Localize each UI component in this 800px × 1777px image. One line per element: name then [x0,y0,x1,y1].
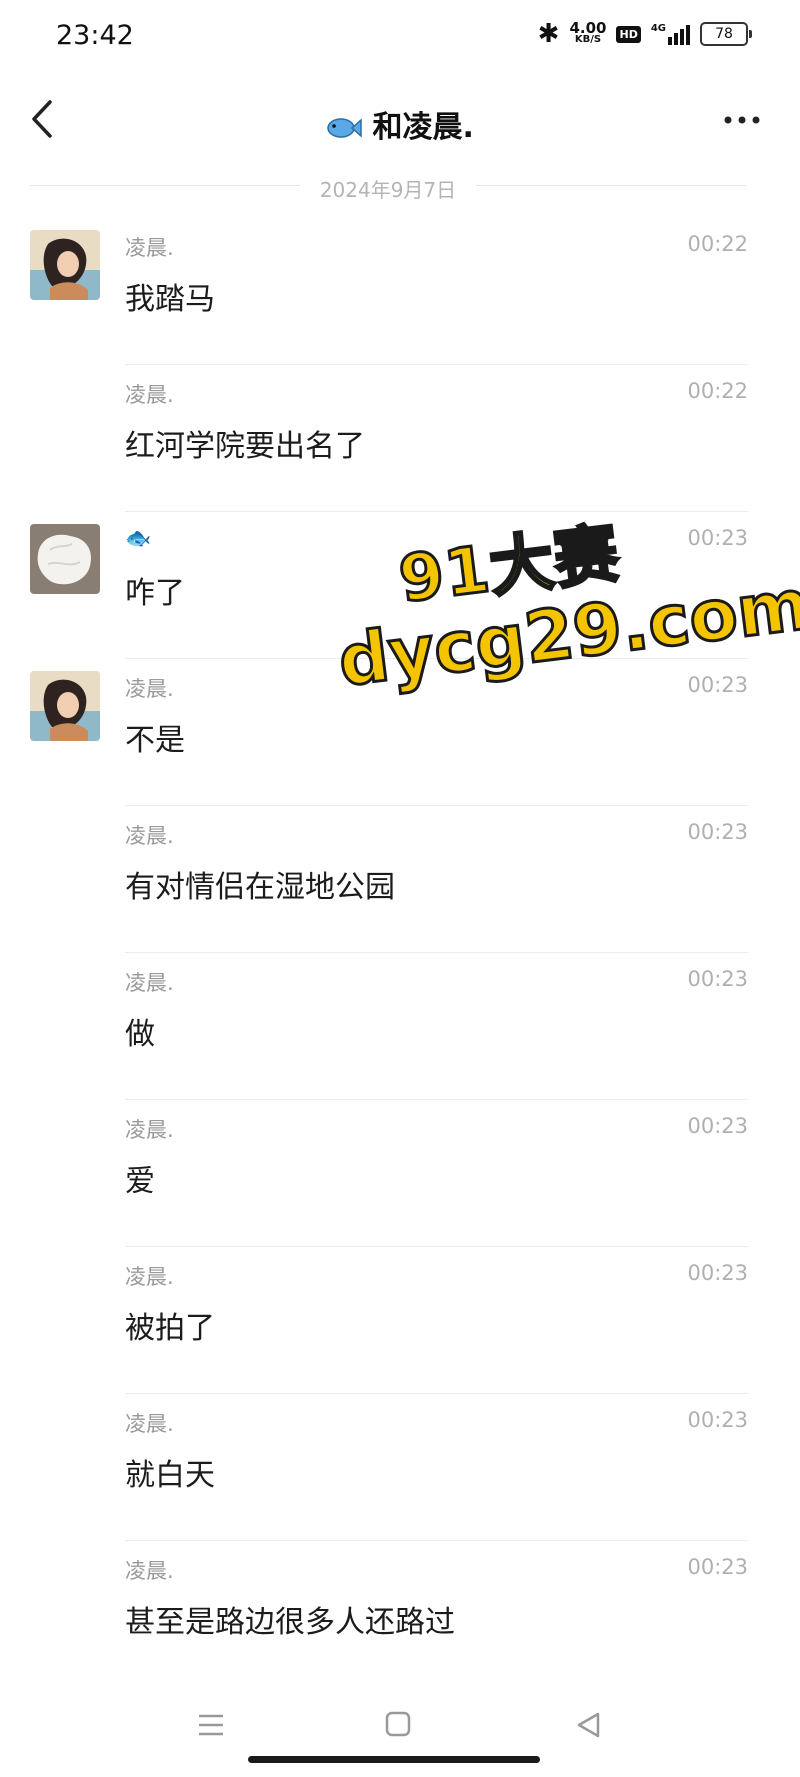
message-sender: 凌晨. [125,824,174,848]
message-sender: 凌晨. [125,1559,174,1583]
message-text: 红河学院要出名了 [125,429,365,464]
message-list[interactable]: 凌晨. 00:22 我踏马 凌晨. 00:22 红河学院要出名了 🐟 00:23… [0,218,800,1688]
status-bar: 23:42 ✱ 4.00 KB/S HD 4G 78 [0,0,800,72]
avatar[interactable] [30,671,100,741]
battery-level: 78 [715,26,733,42]
square-icon [385,1711,411,1737]
recent-apps-button[interactable] [196,1712,226,1738]
triangle-back-icon [577,1712,600,1738]
message-sender: 凌晨. [125,1412,174,1436]
bluetooth-icon: ✱ [537,19,560,49]
message-time: 00:23 [687,1555,748,1579]
network-speed-unit: KB/S [574,34,602,45]
message-sender: 凌晨. [125,971,174,995]
message-sender: 凌晨. [125,1265,174,1289]
message-text: 甚至是路边很多人还路过 [125,1605,455,1640]
divider [476,185,746,186]
message-sender: 🐟 [125,526,152,550]
avatar[interactable] [30,230,100,300]
message-sender: 凌晨. [125,383,174,407]
message-text: 做 [125,1017,155,1052]
status-time: 23:42 [56,20,134,51]
message-text: 我踏马 [125,282,215,317]
chat-header: 和凌晨. [0,72,800,168]
network-type: 4G [650,23,666,34]
message-time: 00:23 [687,1261,748,1285]
chat-title: 和凌晨. [0,102,800,146]
message-text: 被拍了 [125,1311,215,1346]
more-dots-icon [724,116,760,124]
message-text: 不是 [125,723,185,758]
avatar[interactable] [30,524,100,594]
message-sender: 凌晨. [125,677,174,701]
message-text: 爱 [125,1164,155,1199]
more-options-button[interactable] [720,110,764,130]
signal-icon: 4G [651,23,690,45]
message-time: 00:23 [687,967,748,991]
message-item[interactable]: 凌晨. 00:23 就白天 [0,1394,800,1541]
message-item[interactable]: 凌晨. 00:23 做 [0,953,800,1100]
message-item[interactable]: 凌晨. 00:22 我踏马 [0,218,800,365]
message-text: 就白天 [125,1458,215,1493]
battery-icon: 78 [700,22,752,46]
message-sender: 凌晨. [125,1118,174,1142]
message-time: 00:22 [687,232,748,256]
date-label: 2024年9月7日 [319,178,457,202]
system-nav-bar [0,1690,800,1777]
home-button[interactable] [384,1710,412,1738]
message-item[interactable]: 凌晨. 00:23 有对情侣在湿地公园 [0,806,800,953]
message-sender: 凌晨. [125,236,174,260]
message-item[interactable]: 凌晨. 00:23 被拍了 [0,1247,800,1394]
message-time: 00:23 [687,1114,748,1138]
network-speed-value: 4.00 [569,19,607,37]
message-item[interactable]: 凌晨. 00:22 红河学院要出名了 [0,365,800,512]
menu-icon [199,1714,223,1736]
message-time: 00:22 [687,379,748,403]
network-speed: 4.00 KB/S [569,19,607,46]
date-separator: 2024年9月7日 [30,172,746,202]
message-item[interactable]: 凌晨. 00:23 甚至是路边很多人还路过 [0,1541,800,1688]
hd-badge: HD [616,25,641,43]
message-time: 00:23 [687,820,748,844]
message-text: 有对情侣在湿地公园 [125,870,395,905]
fish-icon [326,110,372,145]
message-time: 00:23 [687,1408,748,1432]
message-item[interactable]: 凌晨. 00:23 爱 [0,1100,800,1247]
chat-title-text: 和凌晨. [372,110,474,145]
message-text: 咋了 [125,576,185,611]
home-indicator[interactable] [248,1756,540,1763]
nav-back-button[interactable] [574,1710,604,1740]
status-icons: ✱ 4.00 KB/S HD 4G 78 [537,19,752,49]
